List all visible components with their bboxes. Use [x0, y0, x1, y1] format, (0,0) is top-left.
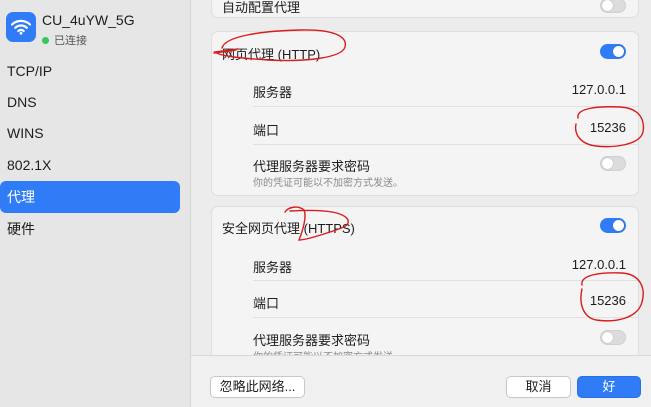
http-auth-label: 代理服务器要求密码	[253, 159, 371, 174]
https-proxy-card: 安全网页代理 (HTTPS) 服务器 127.0.0.1 端口 15236 代理…	[211, 206, 639, 366]
http-server-label: 服务器	[253, 85, 293, 100]
ignore-network-button[interactable]: 忽略此网络...	[210, 376, 305, 398]
toggle-knob	[602, 158, 613, 169]
divider	[253, 317, 638, 318]
toggle-knob	[602, 332, 613, 343]
sidebar-item-tcpip[interactable]: TCP/IP	[0, 55, 180, 87]
http-proxy-title: 网页代理 (HTTP)	[222, 47, 321, 62]
https-port-label: 端口	[253, 296, 280, 311]
divider	[253, 144, 638, 145]
https-proxy-toggle[interactable]	[600, 218, 626, 233]
sidebar-item-hardware[interactable]: 硬件	[0, 213, 180, 245]
toggle-knob	[602, 0, 613, 11]
https-server-value[interactable]: 127.0.0.1	[572, 257, 626, 272]
network-status-label: 已连接	[54, 35, 87, 47]
toggle-knob	[613, 46, 624, 57]
divider	[253, 106, 638, 107]
https-proxy-title: 安全网页代理 (HTTPS)	[222, 221, 355, 236]
cancel-button[interactable]: 取消	[506, 376, 571, 398]
status-dot-icon	[42, 37, 49, 44]
http-proxy-card: 网页代理 (HTTP) 服务器 127.0.0.1 端口 15236 代理服务器…	[211, 31, 639, 196]
http-auth-toggle[interactable]	[600, 156, 626, 171]
network-status: 已连接	[42, 32, 87, 48]
http-port-value[interactable]: 15236	[590, 120, 626, 135]
sidebar: CU_4uYW_5G 已连接 TCP/IP DNS WINS 802.1X 代理…	[0, 0, 191, 407]
auto-proxy-card: 自动配置代理	[211, 0, 639, 18]
proxy-settings-panel: 自动配置代理 网页代理 (HTTP) 服务器 127.0.0.1 端口 1523…	[191, 0, 651, 407]
sidebar-item-dns[interactable]: DNS	[0, 86, 180, 118]
http-auth-hint: 你的凭证可能以不加密方式发送。	[253, 178, 403, 189]
ok-button[interactable]: 好	[577, 376, 641, 398]
http-port-label: 端口	[253, 123, 280, 138]
network-name: CU_4uYW_5G	[42, 12, 135, 28]
auto-proxy-label: 自动配置代理	[222, 0, 301, 15]
network-header: CU_4uYW_5G 已连接	[6, 12, 186, 48]
https-server-label: 服务器	[253, 260, 293, 275]
auto-proxy-toggle[interactable]	[600, 0, 626, 13]
sidebar-item-wins[interactable]: WINS	[0, 117, 180, 149]
toggle-knob	[613, 220, 624, 231]
sidebar-item-8021x[interactable]: 802.1X	[0, 149, 180, 181]
http-server-value[interactable]: 127.0.0.1	[572, 82, 626, 97]
sidebar-item-proxy[interactable]: 代理	[0, 181, 180, 213]
https-auth-toggle[interactable]	[600, 330, 626, 345]
http-proxy-toggle[interactable]	[600, 44, 626, 59]
divider	[253, 280, 638, 281]
wifi-icon	[6, 12, 36, 42]
https-auth-label: 代理服务器要求密码	[253, 333, 371, 348]
https-port-value[interactable]: 15236	[590, 293, 626, 308]
dialog-footer: 忽略此网络... 取消 好	[191, 355, 651, 407]
